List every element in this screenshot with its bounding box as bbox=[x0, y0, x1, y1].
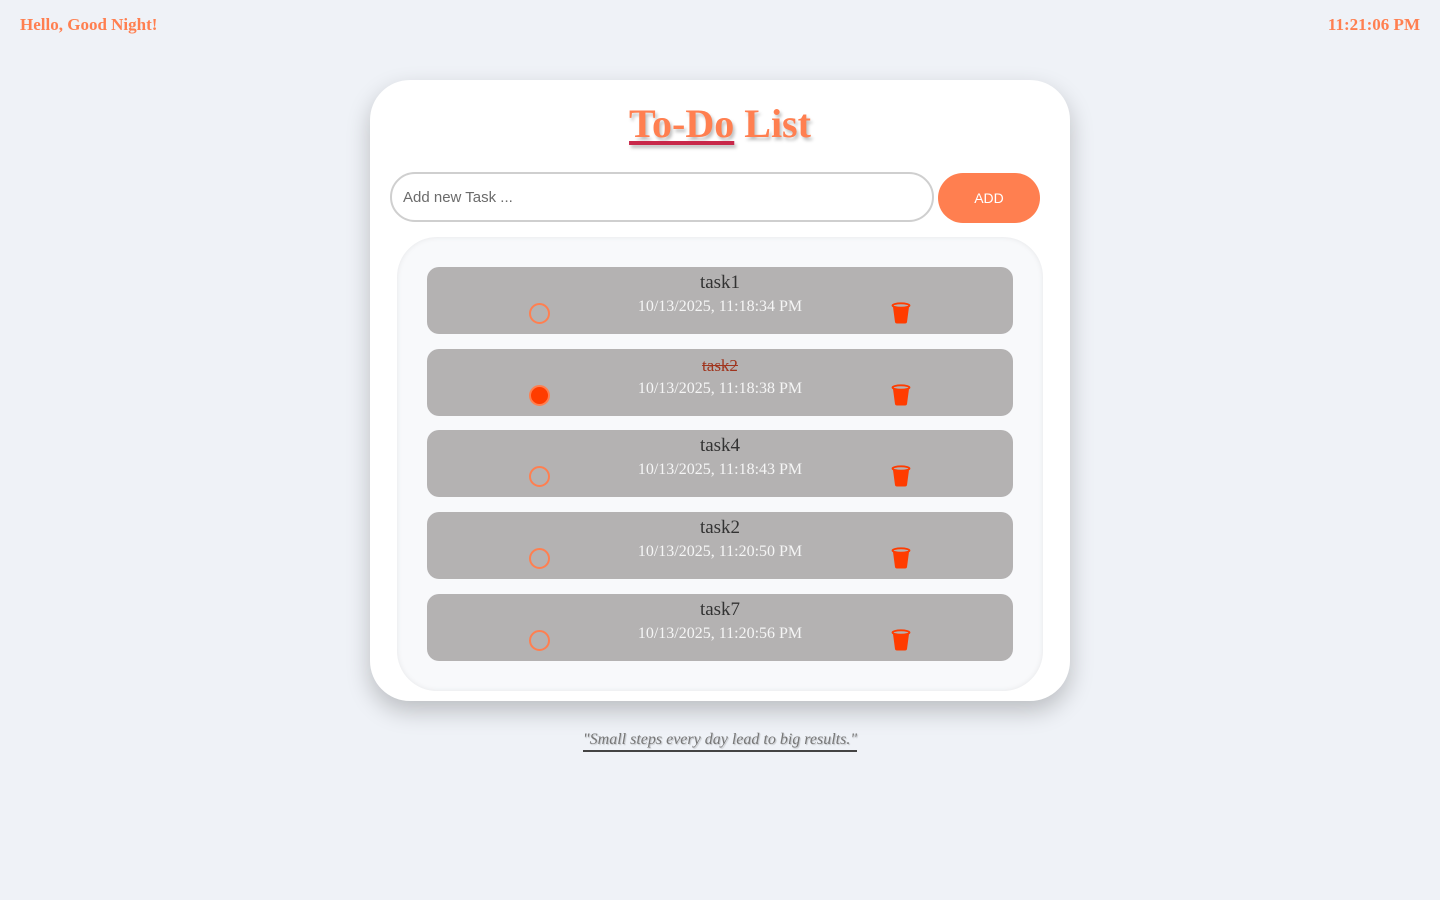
task-name: task1 bbox=[699, 272, 741, 293]
task-list: task1 10/13/2025, 11:18:34 PM task2 10/1… bbox=[397, 237, 1043, 691]
task-item: task4 10/13/2025, 11:18:43 PM bbox=[427, 430, 1013, 497]
task-name: task7 bbox=[699, 599, 741, 620]
task-item: task2 10/13/2025, 11:18:38 PM bbox=[427, 349, 1013, 416]
trash-icon[interactable] bbox=[891, 302, 911, 324]
trash-icon[interactable] bbox=[891, 547, 911, 569]
trash-icon[interactable] bbox=[891, 629, 911, 651]
motivational-quote: "Small steps every day lead to big resul… bbox=[582, 731, 858, 752]
quote-container: "Small steps every day lead to big resul… bbox=[0, 731, 1440, 752]
trash-icon[interactable] bbox=[891, 384, 911, 406]
task-name: task2 bbox=[699, 517, 741, 538]
task-item: task1 10/13/2025, 11:18:34 PM bbox=[427, 267, 1013, 334]
task-timestamp: 10/13/2025, 11:20:50 PM bbox=[637, 543, 803, 560]
clock-text: 11:21:06 PM bbox=[1327, 15, 1420, 34]
task-item: task7 10/13/2025, 11:20:56 PM bbox=[427, 594, 1013, 661]
task-timestamp: 10/13/2025, 11:18:38 PM bbox=[637, 380, 803, 397]
new-task-input[interactable] bbox=[390, 172, 934, 222]
title-todo: To-Do bbox=[629, 101, 735, 146]
circle-check-icon[interactable] bbox=[529, 548, 550, 569]
task-timestamp: 10/13/2025, 11:20:56 PM bbox=[637, 625, 803, 642]
task-item: task2 10/13/2025, 11:20:50 PM bbox=[427, 512, 1013, 579]
trash-icon[interactable] bbox=[891, 465, 911, 487]
todo-card: To-Do List ADD task1 10/13/2025, 11:18:3… bbox=[370, 80, 1070, 701]
title-list: List bbox=[734, 101, 811, 146]
task-timestamp: 10/13/2025, 11:18:34 PM bbox=[637, 298, 803, 315]
circle-check-icon[interactable] bbox=[529, 466, 550, 487]
circle-check-icon[interactable] bbox=[529, 303, 550, 324]
add-task-button[interactable]: ADD bbox=[938, 173, 1040, 223]
circle-check-icon[interactable] bbox=[529, 385, 550, 406]
task-name: task2 bbox=[702, 356, 738, 375]
page-title: To-Do List bbox=[370, 100, 1070, 148]
task-timestamp: 10/13/2025, 11:18:43 PM bbox=[637, 461, 803, 478]
greeting-text: Hello, Good Night! bbox=[20, 15, 158, 34]
circle-check-icon[interactable] bbox=[529, 630, 550, 651]
task-name: task4 bbox=[699, 435, 741, 456]
